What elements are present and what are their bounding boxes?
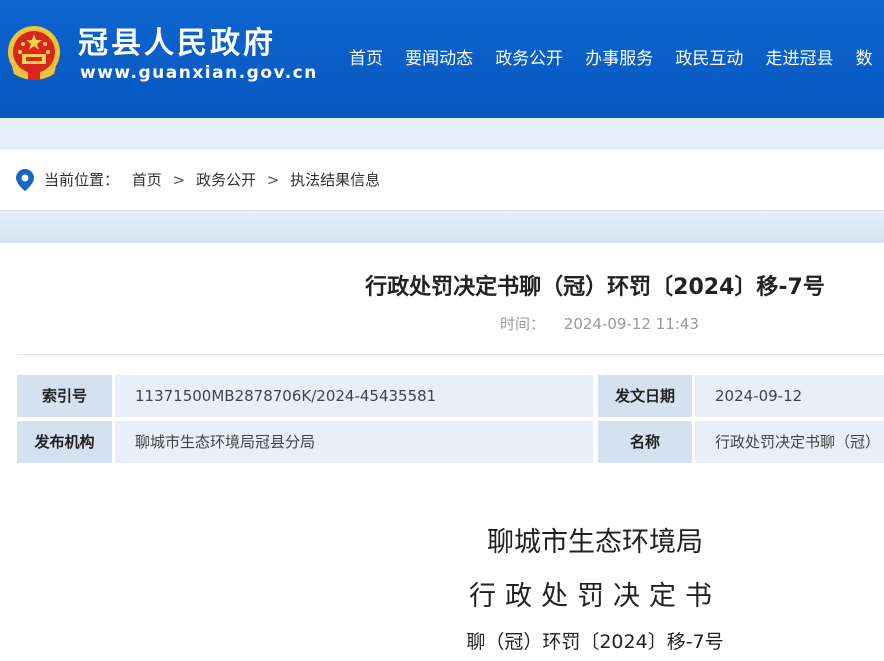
index-value: 11371500MB2878706K/2024-45435581 — [115, 375, 593, 417]
nav-item-services[interactable]: 办事服务 — [585, 46, 653, 72]
banner-band — [0, 118, 884, 148]
nav-item-news[interactable]: 要闻动态 — [405, 46, 473, 72]
breadcrumb-gov-affairs[interactable]: 政务公开 — [196, 169, 256, 191]
nav-item-gov-affairs[interactable]: 政务公开 — [495, 46, 563, 72]
breadcrumb-trail: 当前位置： 首页 > 政务公开 > 执法结果信息 — [44, 169, 380, 191]
org-value: 聊城市生态环境局冠县分局 — [115, 421, 593, 463]
nav-item-interaction[interactable]: 政民互动 — [675, 46, 743, 72]
breadcrumb: 当前位置： 首页 > 政务公开 > 执法结果信息 — [0, 148, 884, 211]
nav-item-about[interactable]: 走进冠县 — [765, 46, 833, 72]
national-emblem-icon[interactable] — [6, 24, 62, 84]
site-title[interactable]: 冠县人民政府 — [78, 26, 276, 62]
nav-item-data[interactable]: 数 — [856, 46, 873, 72]
org-label: 发布机构 — [17, 421, 112, 463]
site-header: 冠县人民政府 www.guanxian.gov.cn 首页 要闻动态 政务公开 … — [0, 0, 884, 118]
document-issuer: 聊城市生态环境局 — [487, 527, 703, 558]
breadcrumb-enforcement-results[interactable]: 执法结果信息 — [290, 169, 380, 191]
document-heading: 行政处罚决定书 — [469, 581, 721, 612]
breadcrumb-prefix: 当前位置： — [44, 171, 120, 189]
location-pin-icon — [16, 169, 34, 191]
index-label: 索引号 — [17, 375, 112, 417]
breadcrumb-separator: > — [172, 171, 186, 189]
document-number: 聊（冠）环罚〔2024〕移-7号 — [466, 631, 724, 653]
nav-item-home[interactable]: 首页 — [349, 46, 383, 72]
date-label: 发文日期 — [598, 375, 692, 417]
breadcrumb-separator: > — [266, 171, 280, 189]
main-nav: 首页 要闻动态 政务公开 办事服务 政民互动 走进冠县 数 — [340, 46, 881, 72]
section-band — [0, 211, 884, 243]
title-divider — [17, 354, 884, 355]
name-value: 行政处罚决定书聊（冠） — [695, 421, 884, 463]
publish-time-value: 2024-09-12 11:43 — [563, 315, 699, 333]
date-value: 2024-09-12 — [695, 375, 884, 417]
article-title: 行政处罚决定书聊（冠）环罚〔2024〕移-7号 — [365, 275, 825, 300]
site-url[interactable]: www.guanxian.gov.cn — [80, 62, 318, 84]
publish-time: 时间： 2024-09-12 11:43 — [500, 314, 699, 334]
name-label: 名称 — [598, 421, 692, 463]
breadcrumb-home[interactable]: 首页 — [132, 169, 162, 191]
publish-time-label: 时间： — [500, 315, 546, 333]
